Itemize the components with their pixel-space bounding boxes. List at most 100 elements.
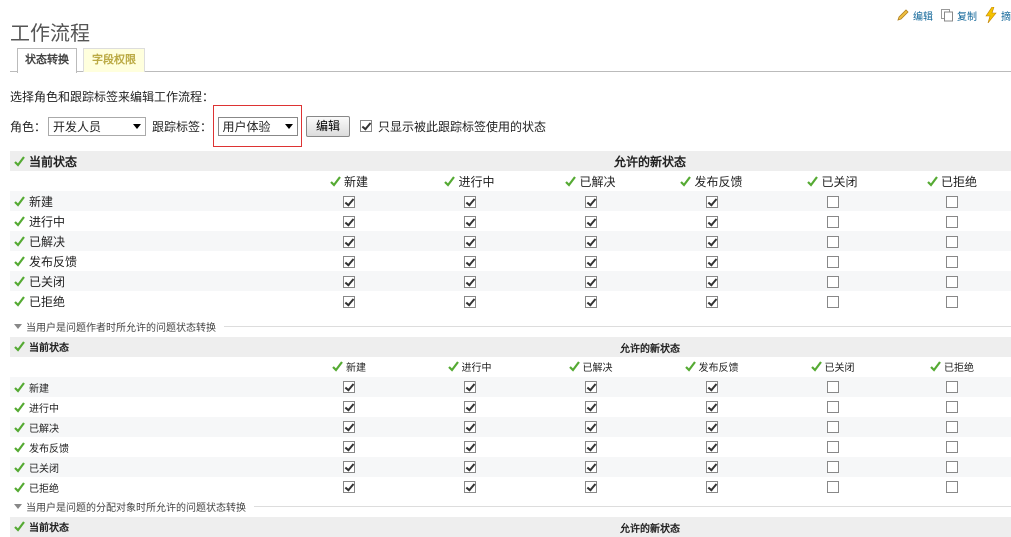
transition-checkbox[interactable] [946,401,958,413]
transition-checkbox[interactable] [946,235,958,248]
transition-checkbox[interactable] [584,215,597,228]
transition-checkbox[interactable] [463,381,476,393]
status-column-header[interactable]: 发布反馈 [651,171,772,191]
transition-checkbox[interactable] [826,195,839,208]
transition-checkbox[interactable] [463,421,476,433]
transition-checkbox[interactable] [584,195,597,208]
status-column-header[interactable]: 发布反馈 [651,357,772,377]
transition-checkbox[interactable] [705,401,718,413]
transition-checkbox[interactable] [463,295,476,308]
transition-checkbox[interactable] [584,255,597,268]
transition-checkbox[interactable] [705,275,718,288]
transition-checkbox[interactable] [584,461,597,473]
transition-checkbox[interactable] [826,421,839,433]
row-status-cell[interactable]: 进行中 [10,211,289,231]
status-column-header[interactable]: 已关闭 [772,171,893,191]
tab-field-permissions[interactable]: 字段权限 [83,48,145,72]
transition-checkbox[interactable] [705,421,718,433]
status-column-header[interactable]: 新建 [289,357,409,377]
transition-checkbox[interactable] [946,275,958,288]
transition-checkbox[interactable] [343,275,355,288]
status-column-header[interactable]: 新建 [289,171,409,191]
transition-checkbox[interactable] [705,195,718,208]
transition-checkbox[interactable] [343,481,355,493]
transition-checkbox[interactable] [463,195,476,208]
transition-checkbox[interactable] [826,275,839,288]
transition-checkbox[interactable] [946,481,958,493]
transition-checkbox[interactable] [705,481,718,493]
transition-checkbox[interactable] [705,215,718,228]
transition-checkbox[interactable] [826,295,839,308]
transition-checkbox[interactable] [826,235,839,248]
status-column-header[interactable]: 已拒绝 [893,171,1011,191]
transition-checkbox[interactable] [343,381,355,393]
status-column-header[interactable]: 进行中 [409,357,530,377]
transition-checkbox[interactable] [946,461,958,473]
copy-link[interactable]: 复制 [940,8,977,23]
transition-checkbox[interactable] [705,441,718,453]
transition-checkbox[interactable] [946,441,958,453]
status-column-header[interactable]: 已关闭 [772,357,893,377]
transition-checkbox[interactable] [584,421,597,433]
transition-checkbox[interactable] [826,381,839,393]
transition-checkbox[interactable] [584,401,597,413]
transition-checkbox[interactable] [826,481,839,493]
transition-legend[interactable]: 当用户是问题的分配对象时所允许的问题状态转换 [14,499,1011,514]
transition-checkbox[interactable] [463,275,476,288]
transition-checkbox[interactable] [946,421,958,433]
row-status-cell[interactable]: 已解决 [10,417,289,437]
transition-checkbox[interactable] [343,295,355,308]
transition-checkbox[interactable] [343,255,355,268]
status-column-header[interactable]: 进行中 [409,171,530,191]
row-status-cell[interactable]: 已关闭 [10,271,289,291]
transition-checkbox[interactable] [463,481,476,493]
transition-checkbox[interactable] [826,401,839,413]
transition-checkbox[interactable] [946,215,958,228]
tab-status-transitions[interactable]: 状态转换 [17,48,77,73]
status-column-header[interactable]: 已解决 [530,357,651,377]
transition-checkbox[interactable] [946,195,958,208]
edit-link[interactable]: 编辑 [896,8,933,23]
status-column-header[interactable]: 已拒绝 [893,357,1011,377]
only-used-checkbox[interactable] [360,120,373,132]
transition-checkbox[interactable] [463,441,476,453]
row-status-cell[interactable]: 已关闭 [10,457,289,477]
tracker-select[interactable]: 用户体验 [217,116,298,136]
edit-button[interactable]: 编辑 [306,115,351,137]
transition-checkbox[interactable] [584,235,597,248]
row-status-cell[interactable]: 发布反馈 [10,437,289,457]
transition-checkbox[interactable] [463,461,476,473]
summary-link[interactable]: 摘 [984,7,1011,23]
row-status-cell[interactable]: 新建 [10,377,289,397]
transition-checkbox[interactable] [826,461,839,473]
transition-checkbox[interactable] [584,295,597,308]
transition-checkbox[interactable] [584,381,597,393]
transition-checkbox[interactable] [946,295,958,308]
transition-checkbox[interactable] [584,481,597,493]
transition-checkbox[interactable] [463,401,476,413]
row-status-cell[interactable]: 新建 [10,191,289,211]
transition-checkbox[interactable] [705,235,718,248]
transition-checkbox[interactable] [705,255,718,268]
transition-checkbox[interactable] [343,195,355,208]
status-column-header[interactable]: 已解决 [530,171,651,191]
row-status-cell[interactable]: 已拒绝 [10,477,289,497]
transition-checkbox[interactable] [343,421,355,433]
transition-checkbox[interactable] [584,441,597,453]
transition-checkbox[interactable] [946,255,958,268]
transition-checkbox[interactable] [343,461,355,473]
transition-checkbox[interactable] [343,401,355,413]
transition-checkbox[interactable] [705,295,718,308]
row-status-cell[interactable]: 发布反馈 [10,251,289,271]
row-status-cell[interactable]: 进行中 [10,397,289,417]
row-status-cell[interactable]: 已拒绝 [10,291,289,311]
transition-checkbox[interactable] [463,215,476,228]
transition-checkbox[interactable] [946,381,958,393]
transition-checkbox[interactable] [826,215,839,228]
transition-checkbox[interactable] [343,441,355,453]
transition-checkbox[interactable] [826,255,839,268]
transition-checkbox[interactable] [584,275,597,288]
transition-checkbox[interactable] [705,381,718,393]
transition-checkbox[interactable] [463,235,476,248]
role-select[interactable]: 开发人员 [48,116,147,136]
